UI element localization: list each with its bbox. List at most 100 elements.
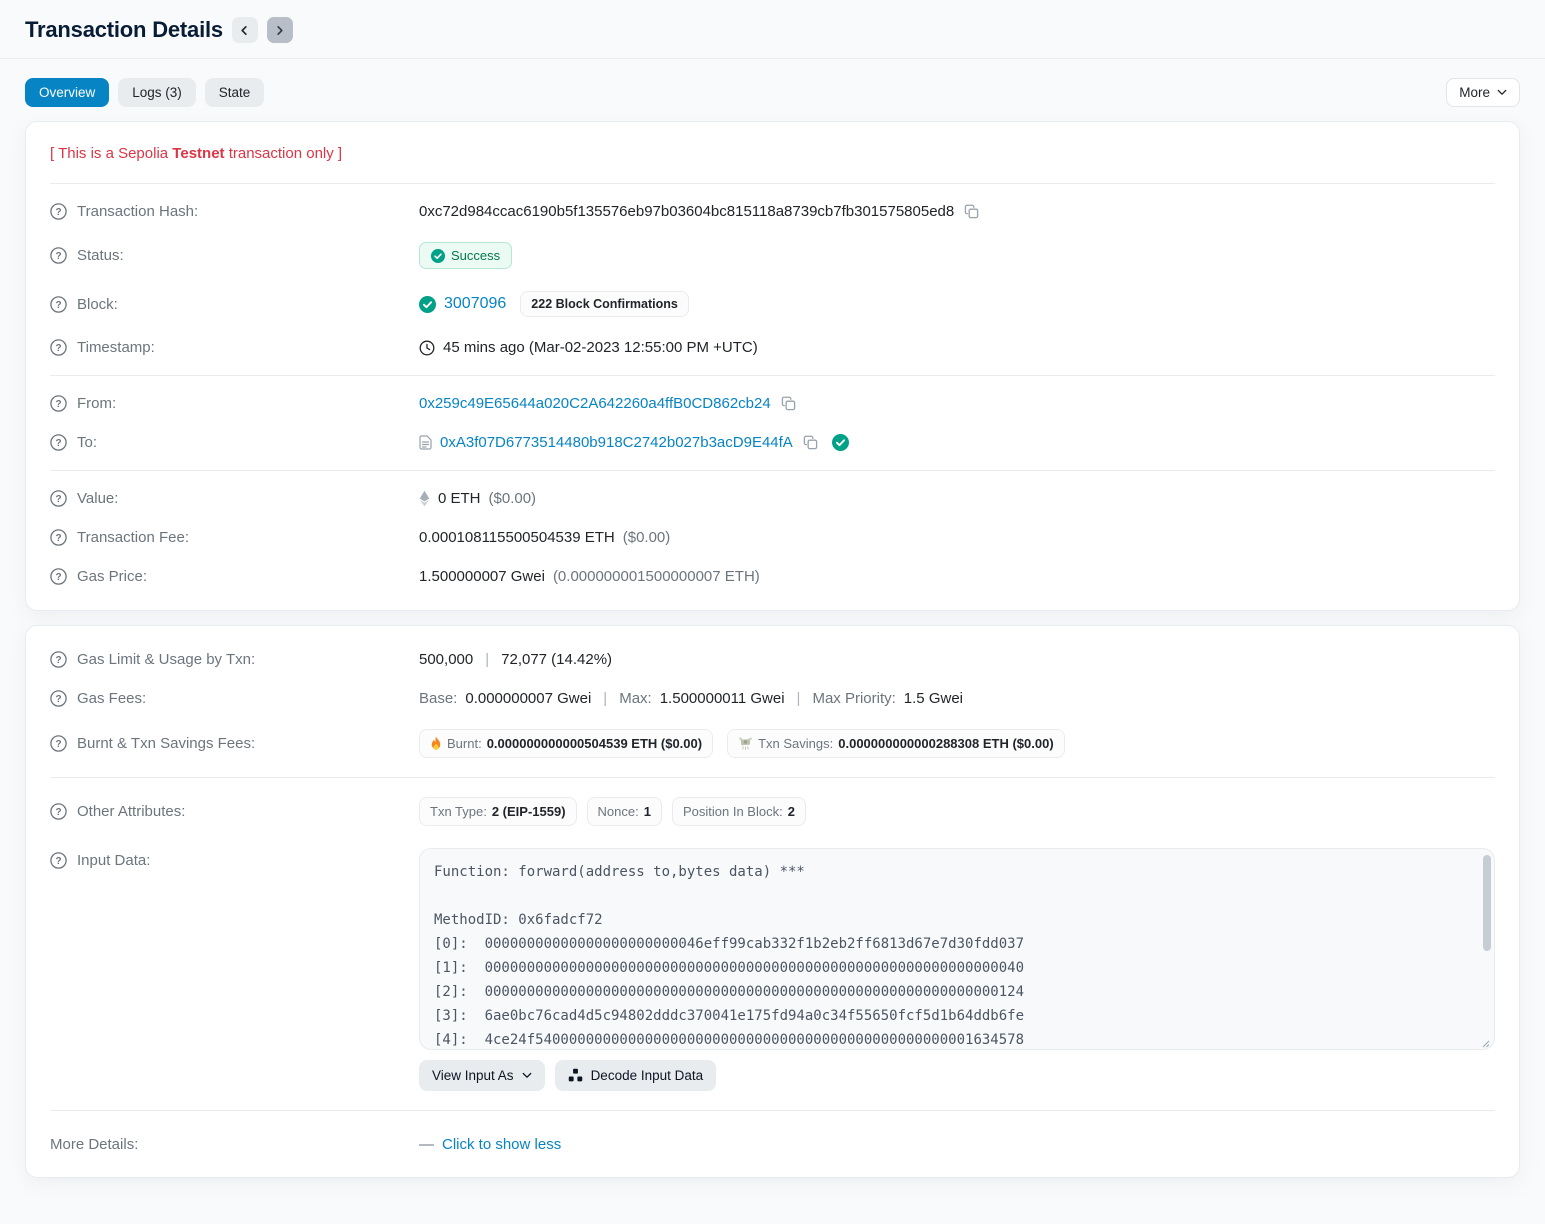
- transaction-fee-row: ? Transaction Fee: 0.000108115500504539 …: [50, 518, 1495, 557]
- help-icon[interactable]: ?: [50, 395, 67, 412]
- chevron-down-icon: [522, 1072, 532, 1079]
- input-data-scrollbar[interactable]: [1482, 853, 1491, 1047]
- block-confirmations-badge: 222 Block Confirmations: [520, 291, 689, 317]
- separator: |: [793, 690, 805, 707]
- burnt-fees-label-group: ? Burnt & Txn Savings Fees:: [50, 735, 419, 752]
- copy-icon: [803, 435, 818, 450]
- chevron-left-icon: [239, 25, 250, 36]
- copy-transaction-hash-button[interactable]: [962, 204, 981, 219]
- position-in-block-badge: Position In Block: 2: [672, 797, 806, 826]
- txn-type-value: 2 (EIP-1559): [492, 804, 566, 819]
- copy-to-address-button[interactable]: [801, 435, 820, 450]
- transaction-fee-label: Transaction Fee:: [77, 529, 189, 546]
- status-row: ? Status: Success: [50, 231, 1495, 280]
- help-icon[interactable]: ?: [50, 651, 67, 668]
- to-label-group: ? To:: [50, 434, 419, 451]
- help-icon[interactable]: ?: [50, 203, 67, 220]
- help-icon[interactable]: ?: [50, 568, 67, 585]
- testnet-warning: [ This is a Sepolia Testnet transaction …: [50, 136, 1495, 175]
- help-icon[interactable]: ?: [50, 490, 67, 507]
- decode-input-data-button[interactable]: Decode Input Data: [555, 1060, 717, 1091]
- ethereum-icon: [419, 490, 430, 507]
- position-in-block-label: Position In Block:: [683, 804, 783, 819]
- max-fee-label: Max:: [619, 690, 652, 707]
- help-icon[interactable]: ?: [50, 296, 67, 313]
- txn-type-badge: Txn Type: 2 (EIP-1559): [419, 797, 577, 826]
- max-priority-fee-value: 1.5 Gwei: [904, 690, 963, 707]
- separator: |: [599, 690, 611, 707]
- timestamp-value: 45 mins ago (Mar-02-2023 12:55:00 PM +UT…: [443, 339, 758, 356]
- to-label: To:: [77, 434, 97, 451]
- svg-text:?: ?: [55, 494, 61, 505]
- svg-text:?: ?: [55, 343, 61, 354]
- input-data-actions: View Input As Decode Input Data: [419, 1060, 1495, 1091]
- gas-limit-label-group: ? Gas Limit & Usage by Txn:: [50, 651, 419, 668]
- help-icon[interactable]: ?: [50, 690, 67, 707]
- to-row: ? To: 0xA3f07D6773514480b918C2742b027b3a…: [50, 423, 1495, 462]
- tab-overview[interactable]: Overview: [25, 78, 109, 107]
- transaction-details-page: Transaction Details Overview Logs (3) St…: [0, 0, 1545, 1202]
- gas-limit-label: Gas Limit & Usage by Txn:: [77, 651, 255, 668]
- page-header: Transaction Details: [25, 0, 1520, 58]
- help-icon[interactable]: ?: [50, 339, 67, 356]
- block-row: ? Block: 3007096 222 Block Confirmations: [50, 280, 1495, 328]
- next-transaction-button[interactable]: [267, 17, 293, 43]
- value-label-group: ? Value:: [50, 490, 419, 507]
- gas-fees-label: Gas Fees:: [77, 690, 146, 707]
- help-icon[interactable]: ?: [50, 735, 67, 752]
- testnet-warning-prefix: [ This is a Sepolia: [50, 145, 172, 162]
- copy-from-address-button[interactable]: [779, 396, 798, 411]
- decode-cubes-icon: [568, 1068, 583, 1083]
- check-circle-icon: [431, 249, 445, 263]
- input-data-scrollbar-thumb[interactable]: [1483, 855, 1491, 951]
- help-icon[interactable]: ?: [50, 852, 67, 869]
- max-fee-value: 1.500000011 Gwei: [660, 690, 785, 707]
- testnet-warning-suffix: transaction only ]: [225, 145, 343, 162]
- separator: |: [481, 651, 493, 668]
- gas-fees-label-group: ? Gas Fees:: [50, 690, 419, 707]
- divider: [50, 1110, 1495, 1111]
- transaction-fee-usd: ($0.00): [623, 529, 671, 546]
- clock-icon: [419, 340, 435, 356]
- more-details-label-group: More Details:: [50, 1136, 419, 1153]
- help-icon[interactable]: ?: [50, 247, 67, 264]
- from-row: ? From: 0x259c49E65644a020C2A642260a4ffB…: [50, 384, 1495, 423]
- view-input-as-label: View Input As: [432, 1068, 514, 1083]
- to-address-link[interactable]: 0xA3f07D6773514480b918C2742b027b3acD9E44…: [440, 434, 793, 451]
- page-title: Transaction Details: [25, 17, 223, 43]
- help-icon[interactable]: ?: [50, 803, 67, 820]
- svg-text:?: ?: [55, 207, 61, 218]
- copy-icon: [964, 204, 979, 219]
- previous-transaction-button[interactable]: [232, 17, 258, 43]
- gas-price-eth: (0.000000001500000007 ETH): [553, 568, 760, 585]
- more-dropdown-button[interactable]: More: [1446, 78, 1520, 107]
- copy-icon: [781, 396, 796, 411]
- view-input-as-button[interactable]: View Input As: [419, 1060, 545, 1091]
- tab-logs[interactable]: Logs (3): [118, 78, 196, 107]
- help-icon[interactable]: ?: [50, 529, 67, 546]
- textarea-resize-grip[interactable]: [1480, 1035, 1492, 1047]
- input-data-row: ? Input Data: Function: forward(address …: [50, 837, 1495, 1102]
- svg-text:?: ?: [55, 694, 61, 705]
- show-less-link[interactable]: Click to show less: [442, 1136, 561, 1153]
- block-label-group: ? Block:: [50, 296, 419, 313]
- more-details-row: More Details: — Click to show less: [50, 1119, 1495, 1163]
- block-number-link[interactable]: 3007096: [444, 295, 506, 313]
- max-priority-fee-label: Max Priority:: [812, 690, 895, 707]
- nonce-label: Nonce:: [598, 804, 639, 819]
- dash-icon: —: [419, 1136, 434, 1153]
- transaction-hash-row: ? Transaction Hash: 0xc72d984ccac6190b5f…: [50, 192, 1495, 231]
- status-label: Status:: [77, 247, 124, 264]
- status-badge-text: Success: [451, 248, 500, 263]
- gas-price-amount: 1.500000007 Gwei: [419, 568, 545, 585]
- header-divider: [0, 58, 1545, 59]
- input-data-text: Function: forward(address to,bytes data)…: [434, 860, 1468, 1050]
- svg-text:?: ?: [55, 251, 61, 262]
- tab-state[interactable]: State: [205, 78, 265, 107]
- status-badge: Success: [419, 242, 512, 269]
- from-address-link[interactable]: 0x259c49E65644a020C2A642260a4ffB0CD862cb…: [419, 395, 771, 412]
- value-amount: 0 ETH: [438, 490, 481, 507]
- transaction-fee-amount: 0.000108115500504539 ETH: [419, 529, 615, 546]
- input-data-textarea[interactable]: Function: forward(address to,bytes data)…: [419, 848, 1495, 1050]
- help-icon[interactable]: ?: [50, 434, 67, 451]
